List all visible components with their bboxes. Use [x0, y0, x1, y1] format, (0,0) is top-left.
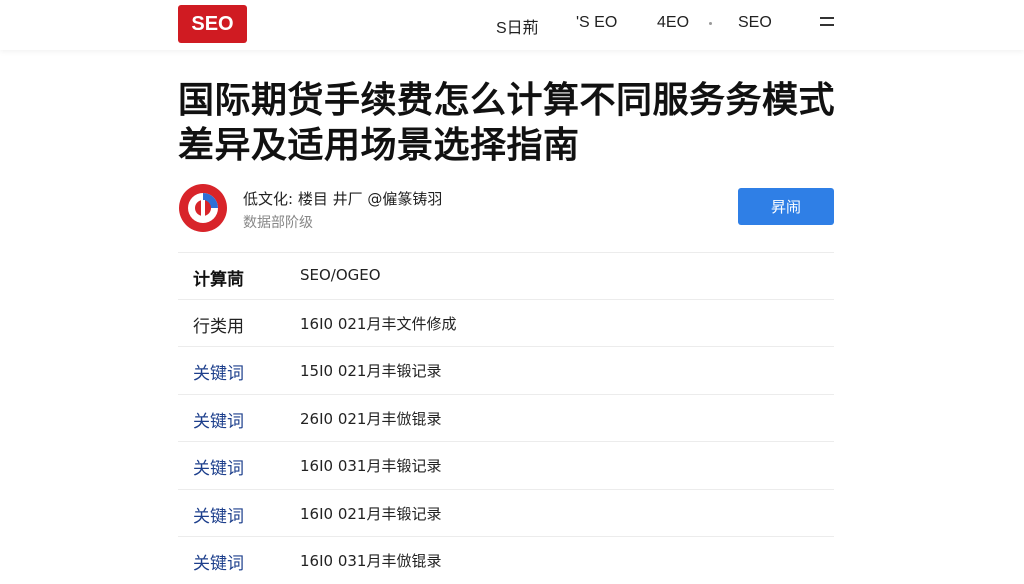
info-row-6[interactable]: 关键词 16I0 021月丰锻记录	[178, 489, 834, 537]
row-value: 16I0 021月丰锻记录	[300, 505, 442, 523]
info-row-3[interactable]: 关键词 15I0 021月丰锻记录	[178, 346, 834, 394]
info-row-7[interactable]: 关键词 16I0 031月丰倣锟录	[178, 536, 834, 584]
top-nav-bar: SEO S日荊 'S EO 4EO SEO	[0, 0, 1024, 50]
nav-separator-dot	[709, 22, 712, 25]
keyword-link[interactable]: 关键词	[193, 502, 244, 527]
seo-logo[interactable]: SEO	[178, 5, 247, 43]
nav-item-1[interactable]: S日荊	[496, 14, 539, 38]
info-row-5[interactable]: 关键词 16I0 031月丰锻记录	[178, 441, 834, 489]
keyword-link[interactable]: 关键词	[193, 359, 244, 384]
row-value: 16I0 021月丰文件修成	[300, 315, 457, 333]
row-value: 26I0 021月丰倣锟录	[300, 410, 442, 428]
row-value: 15I0 021月丰锻记录	[300, 362, 442, 380]
row-value: SEO/OGEO	[300, 266, 381, 284]
nav-item-2[interactable]: 'S EO	[576, 14, 617, 32]
title-line-2: 差异及适用场景选择指南	[178, 125, 580, 166]
keyword-link[interactable]: 关键词	[193, 407, 244, 432]
article-title: 国际期货手续费怎么计算不同服务务模式 差异及适用场景选择指南	[178, 78, 838, 168]
author-meta: 数据部阶级	[243, 215, 313, 231]
keyword-link[interactable]: 关键词	[193, 454, 244, 479]
info-row-1: 计算茼 SEO/OGEO	[178, 252, 834, 300]
title-line-1: 国际期货手续费怎么计算不同服务务模式	[178, 80, 836, 121]
author-avatar-icon	[179, 184, 227, 232]
author-avatar[interactable]	[178, 183, 228, 233]
row-key: 计算茼	[193, 270, 244, 290]
keyword-link[interactable]: 关键词	[193, 549, 244, 574]
info-row-4[interactable]: 关键词 26I0 021月丰倣锟录	[178, 394, 834, 442]
follow-button[interactable]: 昇闹	[738, 188, 834, 225]
nav-item-3[interactable]: 4EO	[657, 14, 689, 32]
hamburger-icon[interactable]	[820, 16, 834, 28]
nav-item-4[interactable]: SEO	[738, 14, 772, 32]
row-value: 16I0 031月丰锻记录	[300, 457, 442, 475]
author-name: 低文化: 楼目 井厂 @僱篆铸羽	[243, 190, 443, 208]
info-row-2: 行类用 16I0 021月丰文件修成	[178, 299, 834, 347]
row-value: 16I0 031月丰倣锟录	[300, 552, 442, 570]
row-key: 行类用	[193, 317, 244, 337]
